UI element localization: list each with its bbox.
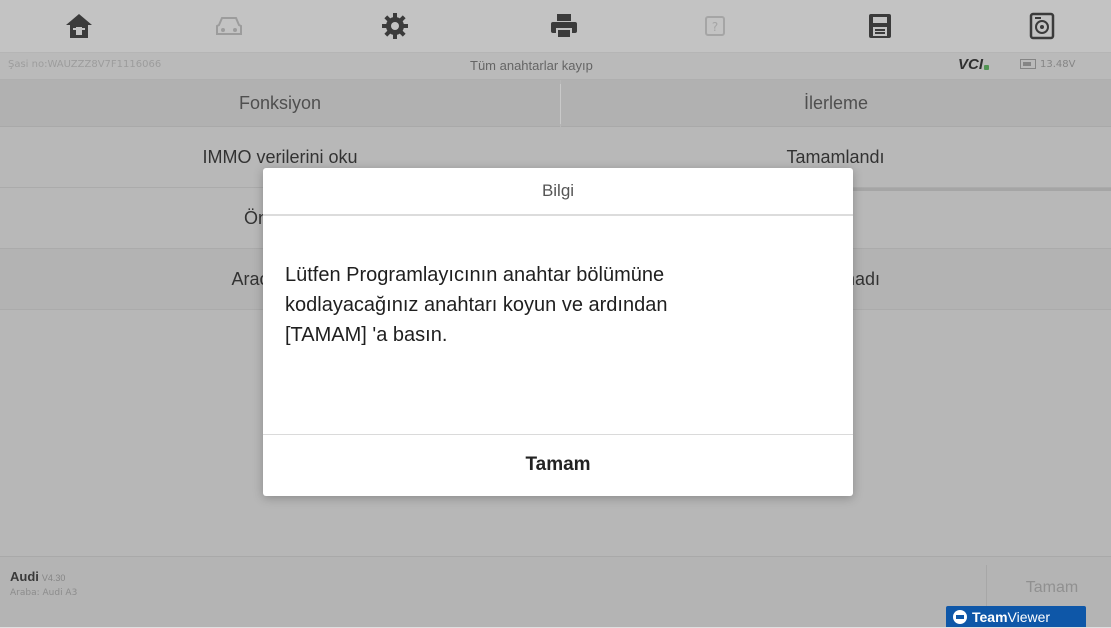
dialog-ok-button[interactable]: Tamam (263, 435, 853, 495)
dialog-message: Lütfen Programlayıcının anahtar bölümüne… (285, 260, 825, 350)
teamviewer-viewer-label: Viewer (1007, 608, 1051, 625)
dialog-title: Bilgi (541, 181, 575, 200)
dialog-message-line: [TAMAM] 'a basın. (285, 324, 448, 346)
dialog-message-line: kodlayacağınız anahtarı koyun ve ardında… (285, 294, 668, 316)
teamviewer-team-label: Team (972, 608, 1008, 625)
dialog-message-line: Lütfen Programlayıcının anahtar bölümüne (285, 264, 665, 286)
teamviewer-icon (953, 609, 967, 624)
teamviewer-badge: Team Viewer (946, 606, 1086, 627)
info-dialog: Bilgi Lütfen Programlayıcının anahtar bö… (263, 168, 853, 496)
dialog-divider (263, 214, 853, 216)
